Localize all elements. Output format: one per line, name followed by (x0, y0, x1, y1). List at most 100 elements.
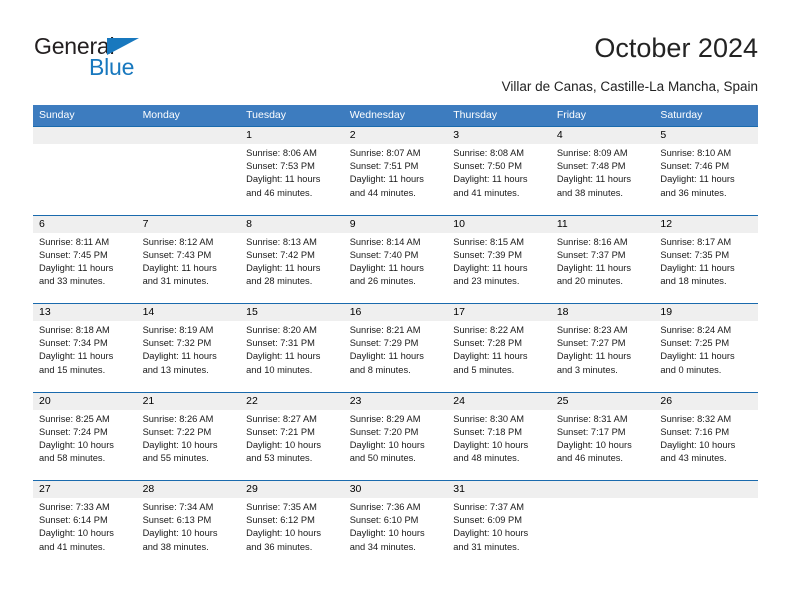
sunrise-text: Sunrise: 8:21 AM (349, 325, 421, 335)
calendar-day-cell[interactable]: 13 Sunrise: 8:18 AM Sunset: 7:34 PM Dayligh… (33, 304, 137, 392)
calendar-day-cell[interactable]: 31 Sunrise: 7:37 AM Sunset: 6:09 PM Dayligh… (447, 481, 551, 569)
calendar-day-cell[interactable]: 18 Sunrise: 8:23 AM Sunset: 7:27 PM Dayligh… (550, 304, 655, 392)
calendar-day-cell[interactable]: 30 Sunrise: 7:36 AM Sunset: 6:10 PM Dayligh… (343, 481, 448, 569)
day-sun-info: Sunrise: 8:22 AM Sunset: 7:28 PM Daylight:… (447, 321, 551, 377)
calendar-day-cell-empty (33, 127, 137, 215)
calendar-day-cell[interactable]: 3 Sunrise: 8:08 AM Sunset: 7:50 PM Daylight… (447, 127, 551, 215)
sunrise-text: Sunrise: 7:33 AM (39, 502, 110, 512)
sunset-text: Sunset: 7:35 PM (660, 249, 730, 260)
sunset-text: Sunset: 7:32 PM (142, 338, 212, 349)
daylight-text-line1: Daylight: 11 hours (246, 174, 321, 185)
calendar-day-cell[interactable]: 26 Sunrise: 8:32 AM Sunset: 7:16 PM Dayligh… (654, 392, 758, 480)
calendar-day-cell[interactable]: 15 Sunrise: 8:20 AM Sunset: 7:31 PM Dayligh… (240, 304, 344, 392)
sunrise-text: Sunrise: 8:10 AM (660, 148, 732, 158)
daylight-text-line1: Daylight: 10 hours (142, 528, 218, 539)
calendar-day-cell[interactable]: 5 Sunrise: 8:10 AM Sunset: 7:46 PM Daylight… (654, 127, 758, 215)
sunset-text: Sunset: 7:53 PM (246, 161, 315, 172)
calendar-day-cell[interactable]: 14 Sunrise: 8:19 AM Sunset: 7:32 PM Dayligh… (136, 304, 241, 392)
calendar-day-cell[interactable]: 7 Sunrise: 8:12 AM Sunset: 7:43 PM Daylight… (136, 215, 241, 303)
sunset-text: Sunset: 6:14 PM (39, 515, 108, 526)
calendar-day-cell[interactable]: 2 Sunrise: 8:07 AM Sunset: 7:51 PM Daylight… (343, 127, 448, 215)
calendar-day-cell[interactable]: 27 Sunrise: 7:33 AM Sunset: 6:14 PM Dayligh… (33, 481, 137, 569)
day-number: 8 (240, 215, 344, 233)
calendar-day-cell[interactable]: 24 Sunrise: 8:30 AM Sunset: 7:18 PM Dayligh… (447, 392, 551, 480)
calendar-day-cell[interactable]: 22 Sunrise: 8:27 AM Sunset: 7:21 PM Dayligh… (240, 392, 344, 480)
daylight-text-line2: and 41 minutes. (39, 541, 106, 552)
sunrise-text: Sunrise: 8:23 AM (556, 325, 628, 335)
calendar-day-cell[interactable]: 9 Sunrise: 8:14 AM Sunset: 7:40 PM Daylight… (343, 215, 448, 303)
daylight-text-line2: and 28 minutes. (246, 276, 313, 287)
calendar-day-cell[interactable]: 25 Sunrise: 8:31 AM Sunset: 7:17 PM Dayligh… (550, 392, 655, 480)
daylight-text-line1: Daylight: 10 hours (660, 439, 736, 450)
calendar-day-cell[interactable]: 11 Sunrise: 8:16 AM Sunset: 7:37 PM Dayligh… (550, 215, 655, 303)
calendar-day-cell[interactable]: 10 Sunrise: 8:15 AM Sunset: 7:39 PM Dayligh… (447, 215, 551, 303)
general-blue-logo[interactable]: General Blue (34, 33, 174, 83)
day-sun-info: Sunrise: 8:23 AM Sunset: 7:27 PM Daylight:… (551, 321, 655, 377)
calendar-day-cell[interactable]: 6 Sunrise: 8:11 AM Sunset: 7:45 PM Daylight… (33, 215, 137, 303)
sunset-text: Sunset: 7:40 PM (349, 249, 419, 260)
sunrise-text: Sunrise: 8:08 AM (453, 148, 525, 158)
daylight-text-line2: and 58 minutes. (39, 453, 106, 464)
sunrise-text: Sunrise: 7:35 AM (246, 502, 317, 512)
daylight-text-line1: Daylight: 11 hours (556, 174, 632, 185)
daylight-text-line2: and 55 minutes. (142, 453, 209, 464)
calendar-day-cell[interactable]: 19 Sunrise: 8:24 AM Sunset: 7:25 PM Dayligh… (654, 304, 758, 392)
calendar-day-cell[interactable]: 29 Sunrise: 7:35 AM Sunset: 6:12 PM Dayligh… (240, 481, 344, 569)
day-sun-info: Sunrise: 7:33 AM Sunset: 6:14 PM Daylight:… (33, 498, 137, 554)
calendar-day-cell[interactable]: 20 Sunrise: 8:25 AM Sunset: 7:24 PM Dayligh… (33, 392, 137, 480)
daylight-text-line2: and 43 minutes. (660, 453, 727, 464)
daylight-text-line1: Daylight: 11 hours (349, 351, 424, 362)
calendar-day-cell-empty (654, 481, 758, 569)
weekday-header-wednesday: Wednesday (349, 109, 405, 121)
calendar-day-cell[interactable]: 28 Sunrise: 7:34 AM Sunset: 6:13 PM Dayligh… (136, 481, 241, 569)
sunset-text: Sunset: 7:37 PM (556, 249, 626, 260)
daylight-text-line1: Daylight: 10 hours (556, 439, 632, 450)
calendar-day-cell[interactable]: 16 Sunrise: 8:21 AM Sunset: 7:29 PM Dayligh… (343, 304, 448, 392)
daylight-text-line2: and 38 minutes. (142, 541, 209, 552)
daylight-text-line1: Daylight: 10 hours (453, 439, 529, 450)
calendar-day-cell[interactable]: 8 Sunrise: 8:13 AM Sunset: 7:42 PM Daylight… (240, 215, 344, 303)
calendar-day-cell[interactable]: 21 Sunrise: 8:26 AM Sunset: 7:22 PM Dayligh… (136, 392, 241, 480)
sunset-text: Sunset: 7:29 PM (349, 338, 419, 349)
sunrise-text: Sunrise: 7:37 AM (453, 502, 525, 512)
day-number: 14 (136, 304, 241, 321)
calendar-day-cell[interactable]: 4 Sunrise: 8:09 AM Sunset: 7:48 PM Daylight… (550, 127, 655, 215)
sunset-text: Sunset: 7:18 PM (453, 426, 522, 437)
calendar-day-cell[interactable]: 17 Sunrise: 8:22 AM Sunset: 7:28 PM Dayligh… (447, 304, 551, 392)
day-number: 23 (343, 392, 448, 410)
day-number: 28 (136, 481, 241, 498)
day-sun-info: Sunrise: 8:14 AM Sunset: 7:40 PM Daylight:… (344, 233, 448, 289)
logo-triangle-icon (107, 38, 139, 55)
sunrise-text: Sunrise: 8:11 AM (39, 236, 110, 247)
daylight-text-line1: Daylight: 11 hours (453, 262, 528, 273)
sunrise-text: Sunrise: 8:17 AM (660, 236, 732, 247)
calendar-day-cell-empty (136, 127, 241, 215)
day-number: 27 (33, 481, 137, 498)
calendar-day-cell[interactable]: 12 Sunrise: 8:17 AM Sunset: 7:35 PM Dayligh… (654, 215, 758, 303)
sunset-text: Sunset: 7:21 PM (246, 426, 315, 437)
day-sun-info: Sunrise: 7:37 AM Sunset: 6:09 PM Daylight:… (447, 498, 551, 554)
weekday-header-saturday: Saturday (660, 109, 703, 121)
day-sun-info: Sunrise: 8:26 AM Sunset: 7:22 PM Daylight:… (137, 410, 241, 466)
day-number: 30 (343, 481, 448, 498)
sunset-text: Sunset: 7:31 PM (246, 338, 315, 349)
sunset-text: Sunset: 7:39 PM (453, 249, 522, 260)
daylight-text-line2: and 48 minutes. (453, 453, 520, 464)
sunset-text: Sunset: 6:10 PM (349, 515, 419, 526)
day-sun-info: Sunrise: 8:27 AM Sunset: 7:21 PM Daylight:… (240, 410, 344, 466)
day-sun-info: Sunrise: 7:34 AM Sunset: 6:13 PM Daylight:… (137, 498, 241, 554)
calendar-day-cell[interactable]: 1 Sunrise: 8:06 AM Sunset: 7:53 PM Daylight… (240, 127, 344, 215)
daylight-text-line1: Daylight: 10 hours (39, 439, 114, 450)
daylight-text-line1: Daylight: 10 hours (349, 439, 425, 450)
day-number: 21 (136, 392, 241, 410)
day-sun-info: Sunrise: 8:32 AM Sunset: 7:16 PM Daylight:… (654, 410, 758, 466)
day-sun-info: Sunrise: 7:35 AM Sunset: 6:12 PM Daylight:… (240, 498, 344, 554)
logo-text-blue: Blue (89, 54, 135, 80)
sunrise-text: Sunrise: 8:30 AM (453, 413, 525, 424)
sunrise-text: Sunrise: 8:25 AM (39, 413, 110, 424)
sunset-text: Sunset: 7:17 PM (556, 426, 626, 437)
day-sun-info: Sunrise: 7:36 AM Sunset: 6:10 PM Daylight:… (344, 498, 448, 554)
sunset-text: Sunset: 7:48 PM (556, 161, 626, 172)
calendar-day-cell[interactable]: 23 Sunrise: 8:29 AM Sunset: 7:20 PM Dayligh… (343, 392, 448, 480)
weekday-header-tuesday: Tuesday (246, 109, 287, 121)
